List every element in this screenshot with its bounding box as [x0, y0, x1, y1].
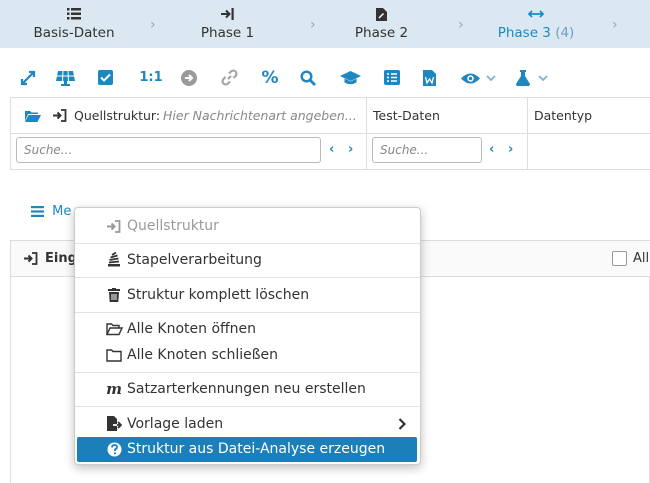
- stack-icon: [105, 248, 123, 276]
- folder-open-icon: [105, 317, 123, 345]
- source-filter-cell: Suche... ‹ ›: [11, 134, 367, 170]
- sign-in-icon: [53, 109, 67, 122]
- menu-divider: [75, 372, 420, 373]
- menu-item-label: Struktur aus Datei-Analyse erzeugen: [127, 441, 386, 457]
- chevron-right-icon: ›: [458, 17, 464, 33]
- file-edit-icon: [343, 8, 420, 22]
- phase-3[interactable]: Phase 3 (4): [492, 0, 580, 48]
- menu-item-alle-knoten-oeffnen[interactable]: Alle Knoten öffnen: [75, 317, 420, 341]
- menu-item-alle-knoten-schliessen[interactable]: Alle Knoten schließen: [75, 343, 420, 367]
- arrow-circle-right-icon[interactable]: [181, 67, 199, 89]
- phase-label: Phase 3: [497, 25, 551, 41]
- test-data-filter-cell: Suche... ‹ ›: [367, 134, 528, 170]
- checkbox-icon[interactable]: [98, 67, 116, 89]
- chevron-right-icon: ›: [612, 17, 618, 33]
- chevron-down-icon[interactable]: [538, 67, 550, 89]
- list-alt-icon[interactable]: [384, 67, 402, 89]
- chevron-right-icon: ›: [310, 17, 316, 33]
- menu-item-struktur-aus-datei-analyse[interactable]: Struktur aus Datei-Analyse erzeugen: [77, 437, 417, 462]
- folder-open-icon[interactable]: [25, 110, 41, 122]
- search-icon[interactable]: [300, 67, 318, 89]
- eye-icon[interactable]: [461, 67, 481, 89]
- menu-item-satzarterkennungen[interactable]: m Satzarterkennungen neu erstellen: [75, 377, 420, 401]
- source-structure-label: Quellstruktur:: [74, 108, 161, 123]
- phase-label: Phase 2: [354, 25, 409, 41]
- chevron-left-icon[interactable]: ‹: [329, 142, 334, 157]
- list-icon: [28, 8, 120, 22]
- phase-2[interactable]: Phase 2: [343, 0, 420, 48]
- menu-item-label: Vorlage laden: [127, 416, 224, 432]
- chevron-left-icon[interactable]: ‹: [489, 142, 494, 157]
- source-search-input[interactable]: Suche...: [16, 137, 321, 163]
- menu-item-label: Satzarterkennungen neu erstellen: [127, 381, 366, 397]
- datatype-header: Datentyp: [528, 98, 650, 134]
- sign-in-icon: [105, 214, 123, 242]
- file-word-icon[interactable]: [423, 67, 441, 89]
- menu-button[interactable]: Me: [31, 204, 71, 219]
- chevron-right-icon: [398, 412, 407, 438]
- arrows-h-icon: [492, 8, 580, 22]
- percent-button[interactable]: %: [261, 67, 279, 89]
- flask-icon[interactable]: [516, 67, 532, 89]
- menu-item-label: Struktur komplett löschen: [127, 287, 310, 303]
- phase-label: Basis-Daten: [33, 25, 115, 41]
- source-structure-input[interactable]: Hier Nachrichtenart angeben...: [163, 98, 357, 134]
- menu-divider: [75, 243, 420, 244]
- menu-item-label: Stapelverarbeitung: [127, 252, 262, 268]
- menu-item-vorlage-laden[interactable]: Vorlage laden: [75, 412, 420, 436]
- phase-1[interactable]: Phase 1: [190, 0, 265, 48]
- trash-icon: [105, 283, 123, 311]
- select-all-checkbox[interactable]: [612, 251, 627, 266]
- arrow-to-right-icon: [190, 8, 265, 22]
- phase-bar: Basis-Daten › Phase 1 › Phase 2 › Phase …: [0, 0, 650, 48]
- menu-divider: [75, 277, 420, 278]
- chevron-right-icon[interactable]: ›: [348, 142, 353, 157]
- mapping-grid: Quellstruktur: Hier Nachrichtenart angeb…: [10, 97, 650, 170]
- menu-item-quellstruktur: Quellstruktur: [75, 214, 420, 238]
- test-data-search-input[interactable]: Suche...: [372, 137, 482, 163]
- select-all-label: All: [633, 251, 650, 266]
- ratio-button[interactable]: 1:1: [138, 67, 164, 89]
- m-icon: m: [106, 380, 122, 398]
- bars-icon: [31, 206, 44, 217]
- menu-button-label: Me: [52, 204, 72, 219]
- source-structure-header: Quellstruktur: Hier Nachrichtenart angeb…: [11, 98, 367, 134]
- sign-in-icon: [24, 252, 38, 265]
- chevron-down-icon[interactable]: [486, 67, 498, 89]
- question-circle-icon: [105, 437, 123, 466]
- context-menu: Quellstruktur Stapelverarbeitung Struktu…: [74, 207, 421, 465]
- menu-item-label: Quellstruktur: [127, 218, 219, 234]
- folder-icon: [105, 343, 123, 371]
- menu-item-stapelverarbeitung[interactable]: Stapelverarbeitung: [75, 248, 420, 272]
- menu-divider: [75, 312, 420, 313]
- test-data-header: Test-Daten: [367, 98, 528, 134]
- menu-item-label: Alle Knoten schließen: [127, 347, 279, 363]
- solar-panel-icon[interactable]: [56, 67, 76, 89]
- datatype-filter-cell: [528, 134, 650, 170]
- file-import-icon: [105, 412, 123, 440]
- phase-label-wrap: Phase 3 (4): [492, 25, 580, 41]
- link-icon[interactable]: [221, 67, 241, 89]
- menu-item-label: Alle Knoten öffnen: [127, 321, 257, 337]
- phase-label: Phase 1: [200, 25, 255, 41]
- input-panel-title: Eing: [45, 251, 77, 266]
- menu-item-struktur-loeschen[interactable]: Struktur komplett löschen: [75, 283, 420, 307]
- chevron-right-icon[interactable]: ›: [508, 142, 513, 157]
- menu-divider: [75, 406, 420, 407]
- expand-icon[interactable]: [20, 67, 38, 89]
- phase-basis-daten[interactable]: Basis-Daten: [28, 0, 120, 48]
- graduation-cap-icon[interactable]: [340, 67, 362, 89]
- toolbar: 1:1 %: [0, 62, 650, 96]
- phase-count: (4): [555, 25, 575, 41]
- chevron-right-icon: ›: [150, 17, 156, 33]
